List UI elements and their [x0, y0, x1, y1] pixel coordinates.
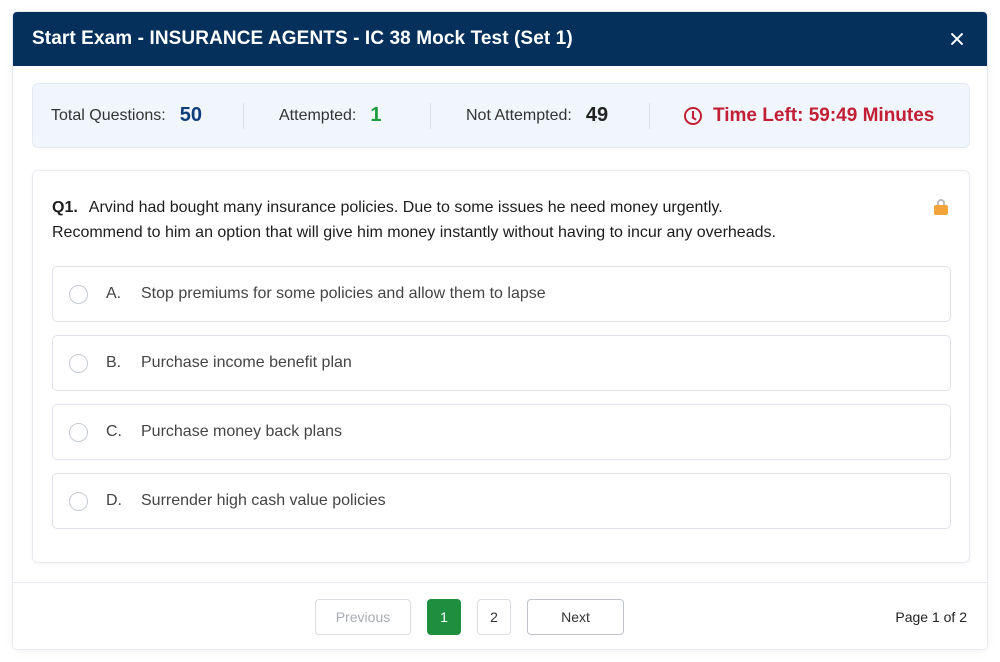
radio-button[interactable] — [69, 422, 88, 442]
radio-button[interactable] — [69, 284, 88, 304]
exam-modal: Start Exam - INSURANCE AGENTS - IC 38 Mo… — [13, 12, 987, 649]
modal-header: Start Exam - INSURANCE AGENTS - IC 38 Mo… — [13, 12, 987, 66]
question-text: Q1. Arvind had bought many insurance poli… — [52, 195, 892, 245]
not-attempted-label: Not Attempted: — [466, 106, 572, 124]
close-icon[interactable] — [945, 27, 969, 51]
option-text: Purchase money back plans — [141, 423, 342, 440]
question-number: Q1. — [52, 199, 78, 216]
option-c[interactable]: C. Purchase money back plans — [52, 404, 951, 460]
option-d[interactable]: D. Surrender high cash value policies — [52, 473, 951, 529]
total-questions-value: 50 — [179, 104, 202, 126]
total-questions-label: Total Questions: — [51, 106, 166, 124]
option-letter: B. — [106, 354, 122, 371]
radio-button[interactable] — [69, 491, 88, 511]
question-line-1: Arvind had bought many insurance policie… — [88, 199, 723, 216]
next-button[interactable]: Next — [527, 599, 624, 635]
attempted-label: Attempted: — [279, 106, 357, 124]
question-card: Q1. Arvind had bought many insurance poli… — [32, 170, 970, 563]
option-letter: C. — [106, 423, 122, 440]
clock-icon — [684, 106, 702, 125]
option-a[interactable]: A. Stop premiums for some policies and a… — [52, 266, 951, 322]
exam-stats-bar: Total Questions: 50 Attempted: 1 Not Att… — [32, 83, 970, 148]
option-letter: A. — [106, 285, 122, 302]
not-attempted-stat: Not Attempted: 49 — [431, 84, 649, 147]
modal-title: Start Exam - INSURANCE AGENTS - IC 38 Mo… — [32, 28, 573, 49]
time-left: Time Left: 59:49 Minutes — [684, 105, 934, 127]
option-text: Purchase income benefit plan — [141, 354, 352, 371]
attempted-value: 1 — [370, 104, 382, 126]
option-text: Surrender high cash value policies — [141, 492, 386, 509]
time-left-text: Time Left: 59:49 Minutes — [713, 104, 935, 126]
page-1-button[interactable]: 1 — [427, 599, 461, 635]
option-b[interactable]: B. Purchase income benefit plan — [52, 335, 951, 391]
not-attempted-value: 49 — [585, 104, 609, 126]
previous-button[interactable]: Previous — [315, 599, 411, 635]
page-2-button[interactable]: 2 — [477, 599, 511, 635]
lock-icon — [934, 199, 948, 215]
option-text: Stop premiums for some policies and allo… — [141, 285, 546, 302]
attempted-stat: Attempted: 1 — [244, 84, 430, 147]
pagination-footer: Previous 1 2 Next Page 1 of 2 — [13, 582, 987, 649]
option-letter: D. — [106, 492, 122, 509]
question-line-2: Recommend to him an option that will giv… — [52, 224, 776, 241]
page-info: Page 1 of 2 — [895, 609, 967, 625]
radio-button[interactable] — [69, 353, 88, 373]
timer-stat: Time Left: 59:49 Minutes — [650, 84, 934, 147]
total-questions-stat: Total Questions: 50 — [33, 84, 243, 147]
